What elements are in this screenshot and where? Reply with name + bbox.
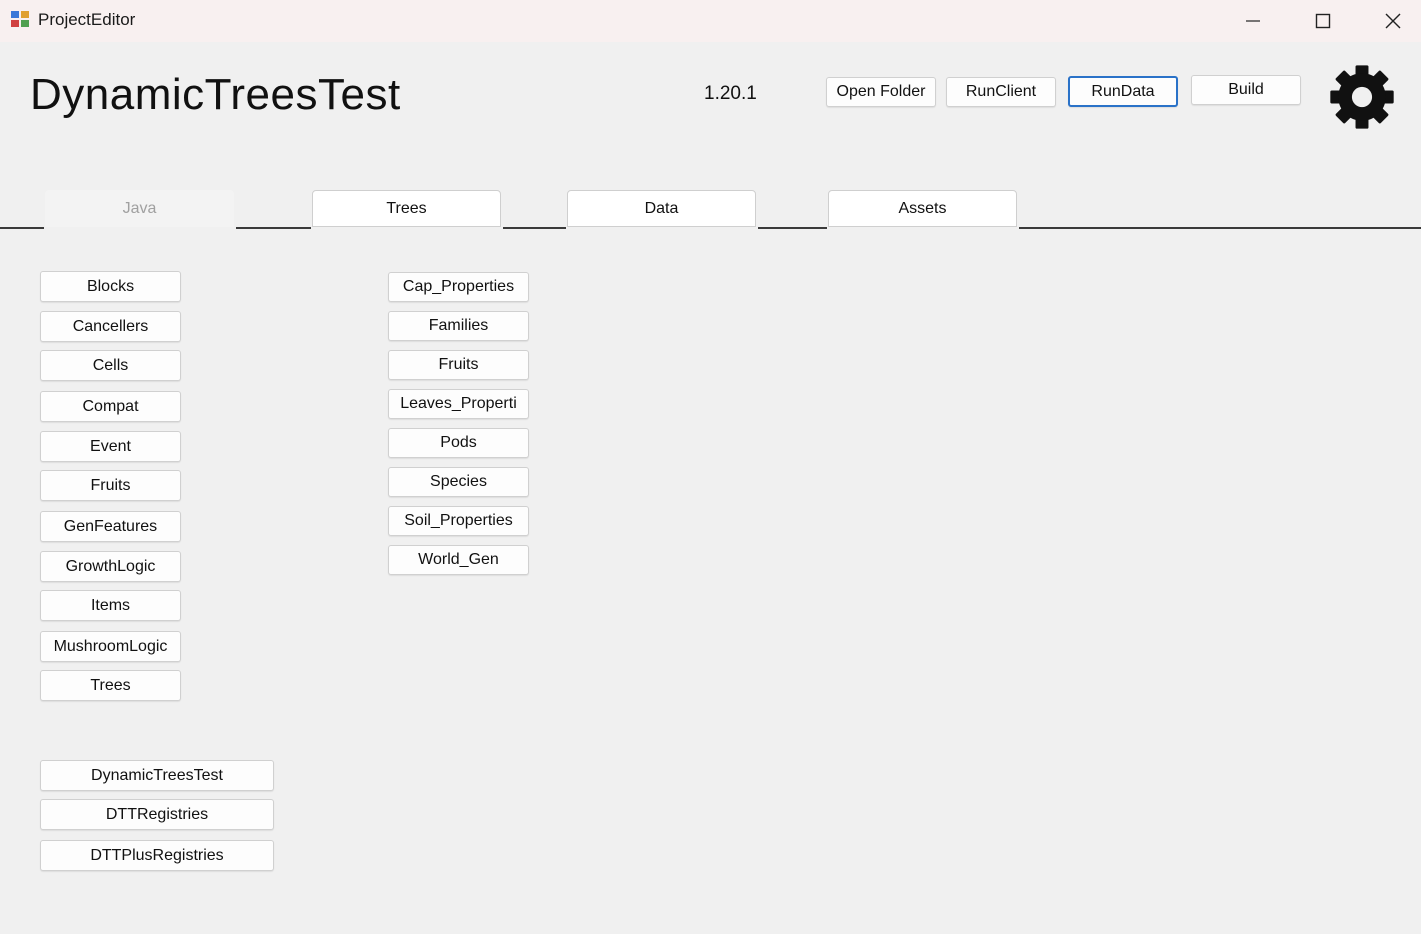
package-button-compat[interactable]: Compat xyxy=(40,391,181,422)
gear-icon[interactable] xyxy=(1326,61,1398,133)
title-bar: ProjectEditor xyxy=(0,0,1421,42)
package-button-cells[interactable]: Cells xyxy=(40,350,181,381)
property-button-soil-properties[interactable]: Soil_Properties xyxy=(388,506,529,536)
build-button[interactable]: Build xyxy=(1191,75,1301,105)
tab-trees[interactable]: Trees xyxy=(312,190,501,227)
maximize-button[interactable] xyxy=(1288,0,1358,42)
package-button-genfeatures[interactable]: GenFeatures xyxy=(40,511,181,542)
app-icon xyxy=(11,11,29,27)
minimize-button[interactable] xyxy=(1218,0,1288,42)
package-button-fruits[interactable]: Fruits xyxy=(40,470,181,501)
maximize-icon xyxy=(1315,13,1331,29)
package-button-event[interactable]: Event xyxy=(40,431,181,462)
property-button-cap-properties[interactable]: Cap_Properties xyxy=(388,272,529,302)
property-button-pods[interactable]: Pods xyxy=(388,428,529,458)
tab-divider xyxy=(758,227,827,229)
package-button-blocks[interactable]: Blocks xyxy=(40,271,181,302)
close-button[interactable] xyxy=(1358,0,1421,42)
tab-java[interactable]: Java xyxy=(45,190,234,227)
package-button-mushroomlogic[interactable]: MushroomLogic xyxy=(40,631,181,662)
class-button-dynamictreestest[interactable]: DynamicTreesTest xyxy=(40,760,274,791)
minimize-icon xyxy=(1246,20,1260,22)
tab-divider xyxy=(236,227,311,229)
run-client-button[interactable]: RunClient xyxy=(946,77,1056,107)
class-button-dttplusregistries[interactable]: DTTPlusRegistries xyxy=(40,840,274,871)
property-button-fruits[interactable]: Fruits xyxy=(388,350,529,380)
tab-assets[interactable]: Assets xyxy=(828,190,1017,227)
tab-divider xyxy=(0,227,44,229)
tab-data[interactable]: Data xyxy=(567,190,756,227)
property-button-leaves-properties[interactable]: Leaves_Properti xyxy=(388,389,529,419)
open-folder-button[interactable]: Open Folder xyxy=(826,77,936,107)
window-title: ProjectEditor xyxy=(38,10,136,29)
package-button-growthlogic[interactable]: GrowthLogic xyxy=(40,551,181,582)
package-button-cancellers[interactable]: Cancellers xyxy=(40,311,181,342)
property-button-families[interactable]: Families xyxy=(388,311,529,341)
run-data-button[interactable]: RunData xyxy=(1068,76,1178,107)
package-button-items[interactable]: Items xyxy=(40,590,181,621)
version-label: 1.20.1 xyxy=(704,83,757,104)
package-button-trees[interactable]: Trees xyxy=(40,670,181,701)
tab-divider xyxy=(1019,227,1421,229)
project-title: DynamicTreesTest xyxy=(30,70,401,119)
tab-divider xyxy=(503,227,566,229)
close-icon xyxy=(1385,13,1401,29)
class-button-dttregistries[interactable]: DTTRegistries xyxy=(40,799,274,830)
property-button-world-gen[interactable]: World_Gen xyxy=(388,545,529,575)
property-button-species[interactable]: Species xyxy=(388,467,529,497)
